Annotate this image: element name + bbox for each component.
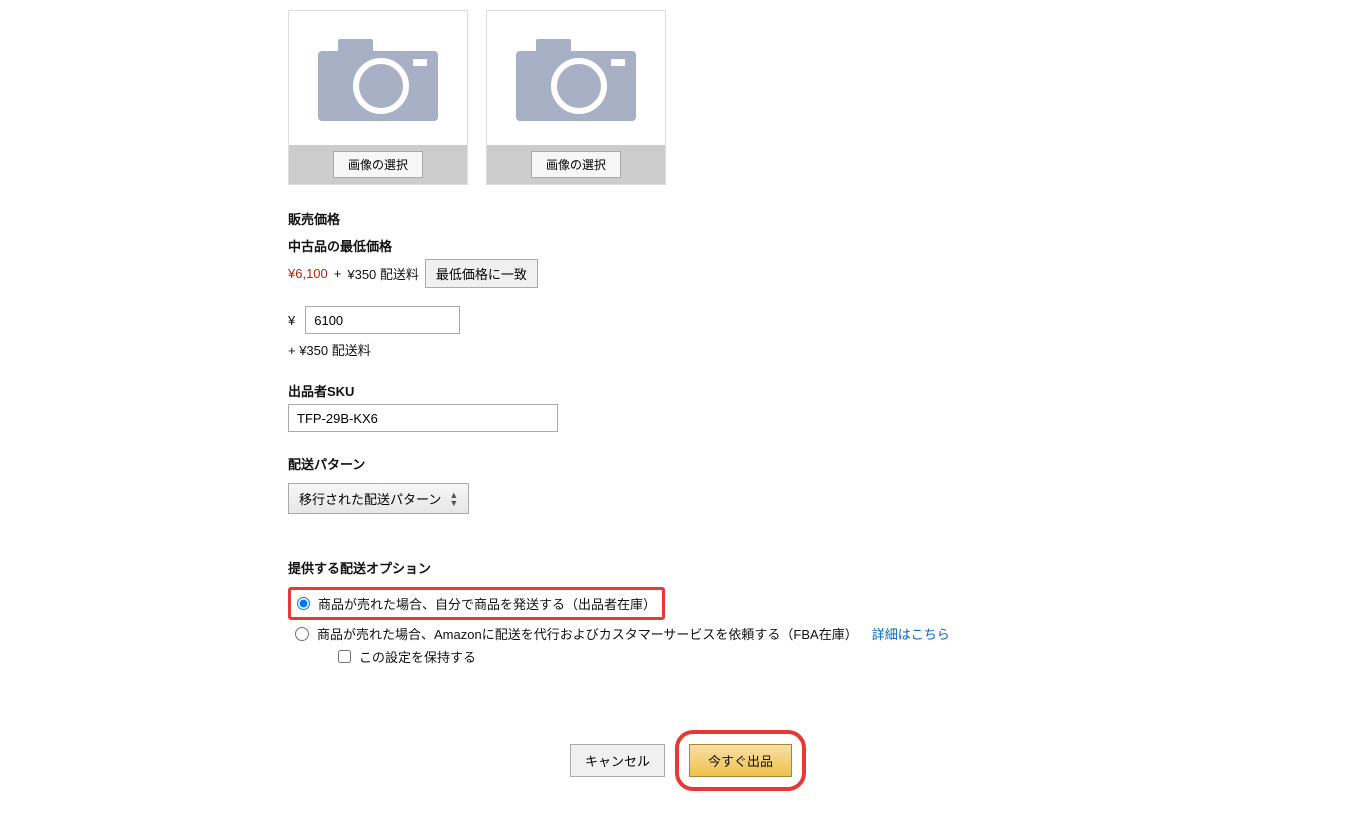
image-select-bar-2: 画像の選択: [487, 145, 665, 184]
match-lowest-button[interactable]: 最低価格に一致: [425, 259, 538, 288]
save-setting-row: この設定を保持する: [338, 647, 1088, 666]
image-slot-1: 画像の選択: [288, 10, 468, 185]
fba-details-link[interactable]: 詳細はこちら: [872, 624, 950, 643]
price-shipping-note: + ¥350 配送料: [288, 340, 1088, 359]
sku-input[interactable]: [288, 404, 558, 432]
self-ship-radio[interactable]: [297, 597, 310, 610]
shipping-pattern-selected: 移行された配送パターン: [299, 489, 441, 508]
chevron-updown-icon: ▲▼: [449, 491, 458, 507]
image-select-button-2[interactable]: 画像の選択: [531, 151, 621, 178]
image-select-bar-1: 画像の選択: [289, 145, 467, 184]
self-ship-label: 商品が売れた場合、自分で商品を発送する（出品者在庫）: [318, 594, 656, 613]
image-select-button-1[interactable]: 画像の選択: [333, 151, 423, 178]
camera-icon: [313, 31, 443, 126]
price-input-row: ¥: [288, 306, 1088, 334]
submit-button[interactable]: 今すぐ出品: [689, 744, 792, 777]
image-upload-row: 画像の選択 画像の選択: [288, 10, 1088, 185]
plus-sign: +: [334, 266, 342, 281]
sku-group: 出品者SKU: [288, 381, 1088, 432]
used-lowest-label: 中古品の最低価格: [288, 236, 1088, 255]
self-ship-highlight: 商品が売れた場合、自分で商品を発送する（出品者在庫）: [288, 587, 665, 620]
shipping-pattern-dropdown[interactable]: 移行された配送パターン ▲▼: [288, 483, 469, 514]
currency-symbol: ¥: [288, 313, 295, 328]
sku-label: 出品者SKU: [288, 381, 1088, 400]
action-button-row: キャンセル 今すぐ出品: [288, 730, 1088, 791]
listing-form: 画像の選択 画像の選択 販売価格 中古品の最低価格 ¥6,100 + ¥350 …: [288, 10, 1088, 791]
save-setting-label: この設定を保持する: [359, 647, 476, 666]
lowest-shipping: ¥350 配送料: [347, 264, 419, 283]
image-preview-2: [487, 11, 665, 145]
image-slot-2: 画像の選択: [486, 10, 666, 185]
image-preview-1: [289, 11, 467, 145]
shipping-pattern-label: 配送パターン: [288, 454, 1088, 473]
save-setting-checkbox[interactable]: [338, 650, 351, 663]
lowest-price-value: ¥6,100: [288, 266, 328, 281]
fba-ship-radio[interactable]: [295, 627, 309, 641]
fba-ship-row: 商品が売れた場合、Amazonに配送を代行およびカスタマーサービスを依頼する（F…: [288, 624, 1088, 643]
price-input[interactable]: [305, 306, 460, 334]
fba-ship-label: 商品が売れた場合、Amazonに配送を代行およびカスタマーサービスを依頼する（F…: [317, 624, 858, 643]
shipping-option-heading: 提供する配送オプション: [288, 558, 1088, 577]
shipping-pattern-group: 配送パターン 移行された配送パターン ▲▼: [288, 454, 1088, 514]
lowest-price-row: ¥6,100 + ¥350 配送料 最低価格に一致: [288, 259, 1088, 288]
camera-icon: [511, 31, 641, 126]
price-heading: 販売価格: [288, 209, 1088, 228]
cancel-button[interactable]: キャンセル: [570, 744, 665, 777]
submit-highlight: 今すぐ出品: [675, 730, 806, 791]
